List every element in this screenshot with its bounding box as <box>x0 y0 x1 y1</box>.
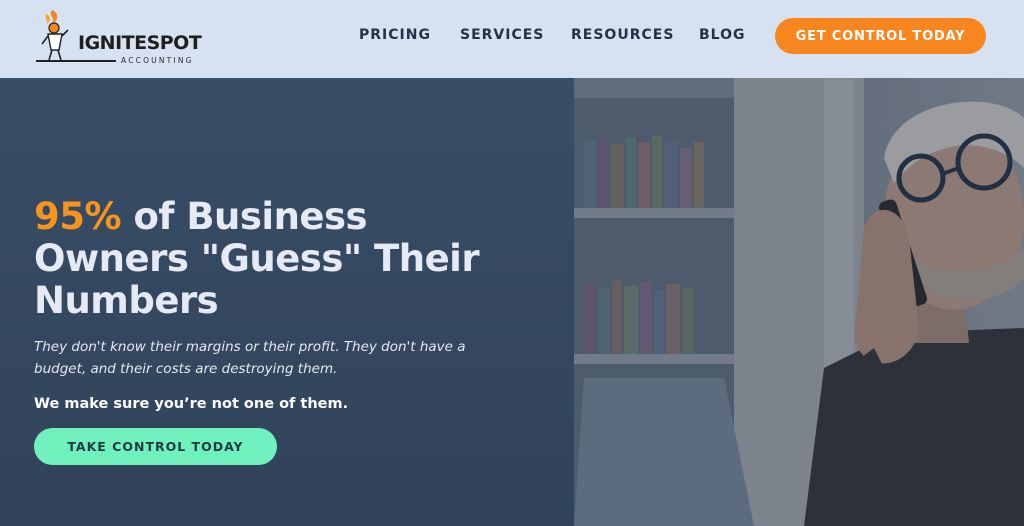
hero-subtext: They don't know their margins or their p… <box>34 339 466 377</box>
headline-stat: 95% <box>34 195 122 238</box>
hero-photo <box>574 78 1024 526</box>
logo-wordmark: IGNITESPOT <box>78 32 202 54</box>
hero-tagline: We make sure you’re not one of them. <box>34 396 349 412</box>
logo-subtitle: ACCOUNTING <box>121 56 194 65</box>
hero-headline: 95% of Business Owners "Guess" Their Num… <box>34 196 534 322</box>
ignitespot-logo[interactable]: IGNITESPOT ACCOUNTING <box>34 6 202 66</box>
site-header: IGNITESPOT ACCOUNTING PRICING SERVICES R… <box>0 0 1024 78</box>
get-control-button[interactable]: GET CONTROL TODAY <box>775 18 986 54</box>
hero-section: 95% of Business Owners "Guess" Their Num… <box>0 78 1024 526</box>
nav-pricing[interactable]: PRICING <box>359 27 431 43</box>
headline-line-3: Numbers <box>34 279 219 322</box>
torch-mascot-icon <box>41 10 69 61</box>
take-control-button[interactable]: TAKE CONTROL TODAY <box>34 428 277 465</box>
headline-line-2: Owners "Guess" Their <box>34 237 480 280</box>
nav-resources[interactable]: RESOURCES <box>571 27 674 43</box>
logo-underline <box>36 60 116 62</box>
headline-line-1: of Business <box>121 195 368 238</box>
nav-services[interactable]: SERVICES <box>460 27 544 43</box>
nav-blog[interactable]: BLOG <box>699 27 746 43</box>
businessman-on-phone-image <box>574 78 1024 526</box>
